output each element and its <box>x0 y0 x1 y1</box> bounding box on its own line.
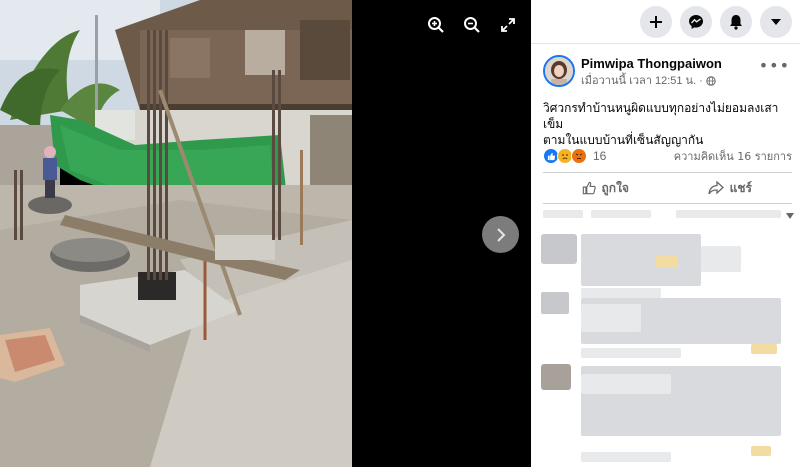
top-bar <box>531 0 800 44</box>
share-label: แชร์ <box>729 180 752 195</box>
reaction-count[interactable]: 16 <box>593 149 606 163</box>
thumbs-up-icon <box>582 181 596 195</box>
zoom-in-icon <box>428 17 444 33</box>
blurred-sort-label <box>591 210 651 218</box>
share-icon <box>707 181 724 195</box>
account-menu-button[interactable] <box>760 5 792 38</box>
notifications-button[interactable] <box>720 5 752 38</box>
post-text-line: วิศวกรทำบ้านหนูผิดแบบทุกอย่างไม่ยอมลงเสา… <box>543 101 779 131</box>
plus-icon <box>650 15 662 28</box>
blurred-reaction <box>751 344 777 354</box>
post-header: Pimwipa Thongpaiwon เมื่อวานนี้ เวลา 12:… <box>531 44 800 92</box>
blurred-reaction <box>751 446 771 456</box>
viewer-toolbar <box>425 14 519 36</box>
blurred-comment <box>581 234 701 286</box>
like-label: ถูกใจ <box>601 180 629 195</box>
blurred-comment <box>581 374 671 394</box>
caret-down-icon <box>771 18 781 25</box>
blurred-comment-actions <box>581 348 681 358</box>
messenger-button[interactable] <box>680 5 712 38</box>
construction-site-photo <box>0 0 352 467</box>
blurred-comment-actions <box>581 452 671 462</box>
comments-section <box>531 206 800 467</box>
post-actions: ถูกใจ แชร์ <box>543 172 792 204</box>
post-text: วิศวกรทำบ้านหนูผิดแบบทุกอย่างไม่ยอมลงเสา… <box>531 92 800 148</box>
like-button[interactable]: ถูกใจ <box>543 173 668 203</box>
blurred-comment <box>581 304 641 332</box>
blurred-comment <box>701 246 741 272</box>
share-button[interactable]: แชร์ <box>668 173 793 203</box>
blurred-avatar <box>541 234 577 264</box>
blurred-reaction <box>656 256 678 268</box>
zoom-out-button[interactable] <box>461 14 483 36</box>
blurred-comment-actions <box>581 288 661 298</box>
blurred-sort-label <box>543 210 583 218</box>
reactions-bar: 16 ความคิดเห็น 16 รายการ <box>543 146 792 166</box>
blurred-avatar <box>541 364 571 390</box>
reaction-icons[interactable] <box>543 148 587 164</box>
fullscreen-icon <box>501 18 515 32</box>
zoom-out-icon <box>464 17 480 33</box>
messenger-icon <box>689 14 703 29</box>
comment-count[interactable]: ความคิดเห็น 16 รายการ <box>674 147 792 165</box>
blurred-sort-label <box>676 210 781 218</box>
post-photo[interactable] <box>0 0 352 467</box>
bell-icon <box>730 14 742 30</box>
avatar-image <box>545 57 573 85</box>
post-time[interactable]: เมื่อวานนี้ เวลา 12:51 น. <box>581 74 696 88</box>
fullscreen-button[interactable] <box>497 14 519 36</box>
chevron-down-icon[interactable] <box>786 213 794 219</box>
next-photo-button[interactable] <box>482 216 519 253</box>
post-meta: เมื่อวานนี้ เวลา 12:51 น. · <box>581 74 722 88</box>
post-panel: Pimwipa Thongpaiwon เมื่อวานนี้ เวลา 12:… <box>531 0 800 467</box>
blurred-avatar <box>541 292 569 314</box>
angry-icon <box>571 148 587 164</box>
avatar[interactable] <box>543 55 575 87</box>
create-button[interactable] <box>640 5 672 38</box>
chevron-right-icon <box>496 227 505 242</box>
more-options-button[interactable]: ••• <box>759 56 790 75</box>
photo-viewer <box>0 0 531 467</box>
post-author[interactable]: Pimwipa Thongpaiwon <box>581 56 722 72</box>
globe-icon[interactable] <box>706 76 716 86</box>
zoom-in-button[interactable] <box>425 14 447 36</box>
